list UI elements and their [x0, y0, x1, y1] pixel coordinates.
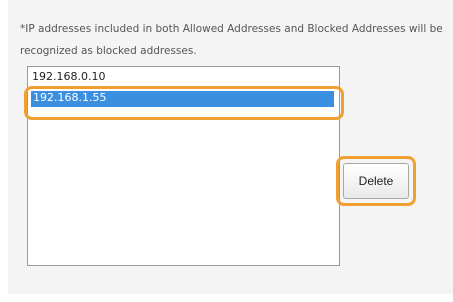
delete-button[interactable]: Delete	[343, 163, 409, 199]
list-item-selected[interactable]: 192.168.1.55	[31, 91, 334, 107]
ip-address-listbox[interactable]: 192.168.0.10 192.168.1.55	[27, 66, 340, 266]
note-line-2: recognized as blocked addresses.	[20, 45, 197, 57]
note-line-1: *IP addresses included in both Allowed A…	[20, 23, 443, 35]
blocked-address-note: *IP addresses included in both Allowed A…	[20, 18, 453, 62]
list-item[interactable]: 192.168.0.10	[32, 70, 105, 84]
